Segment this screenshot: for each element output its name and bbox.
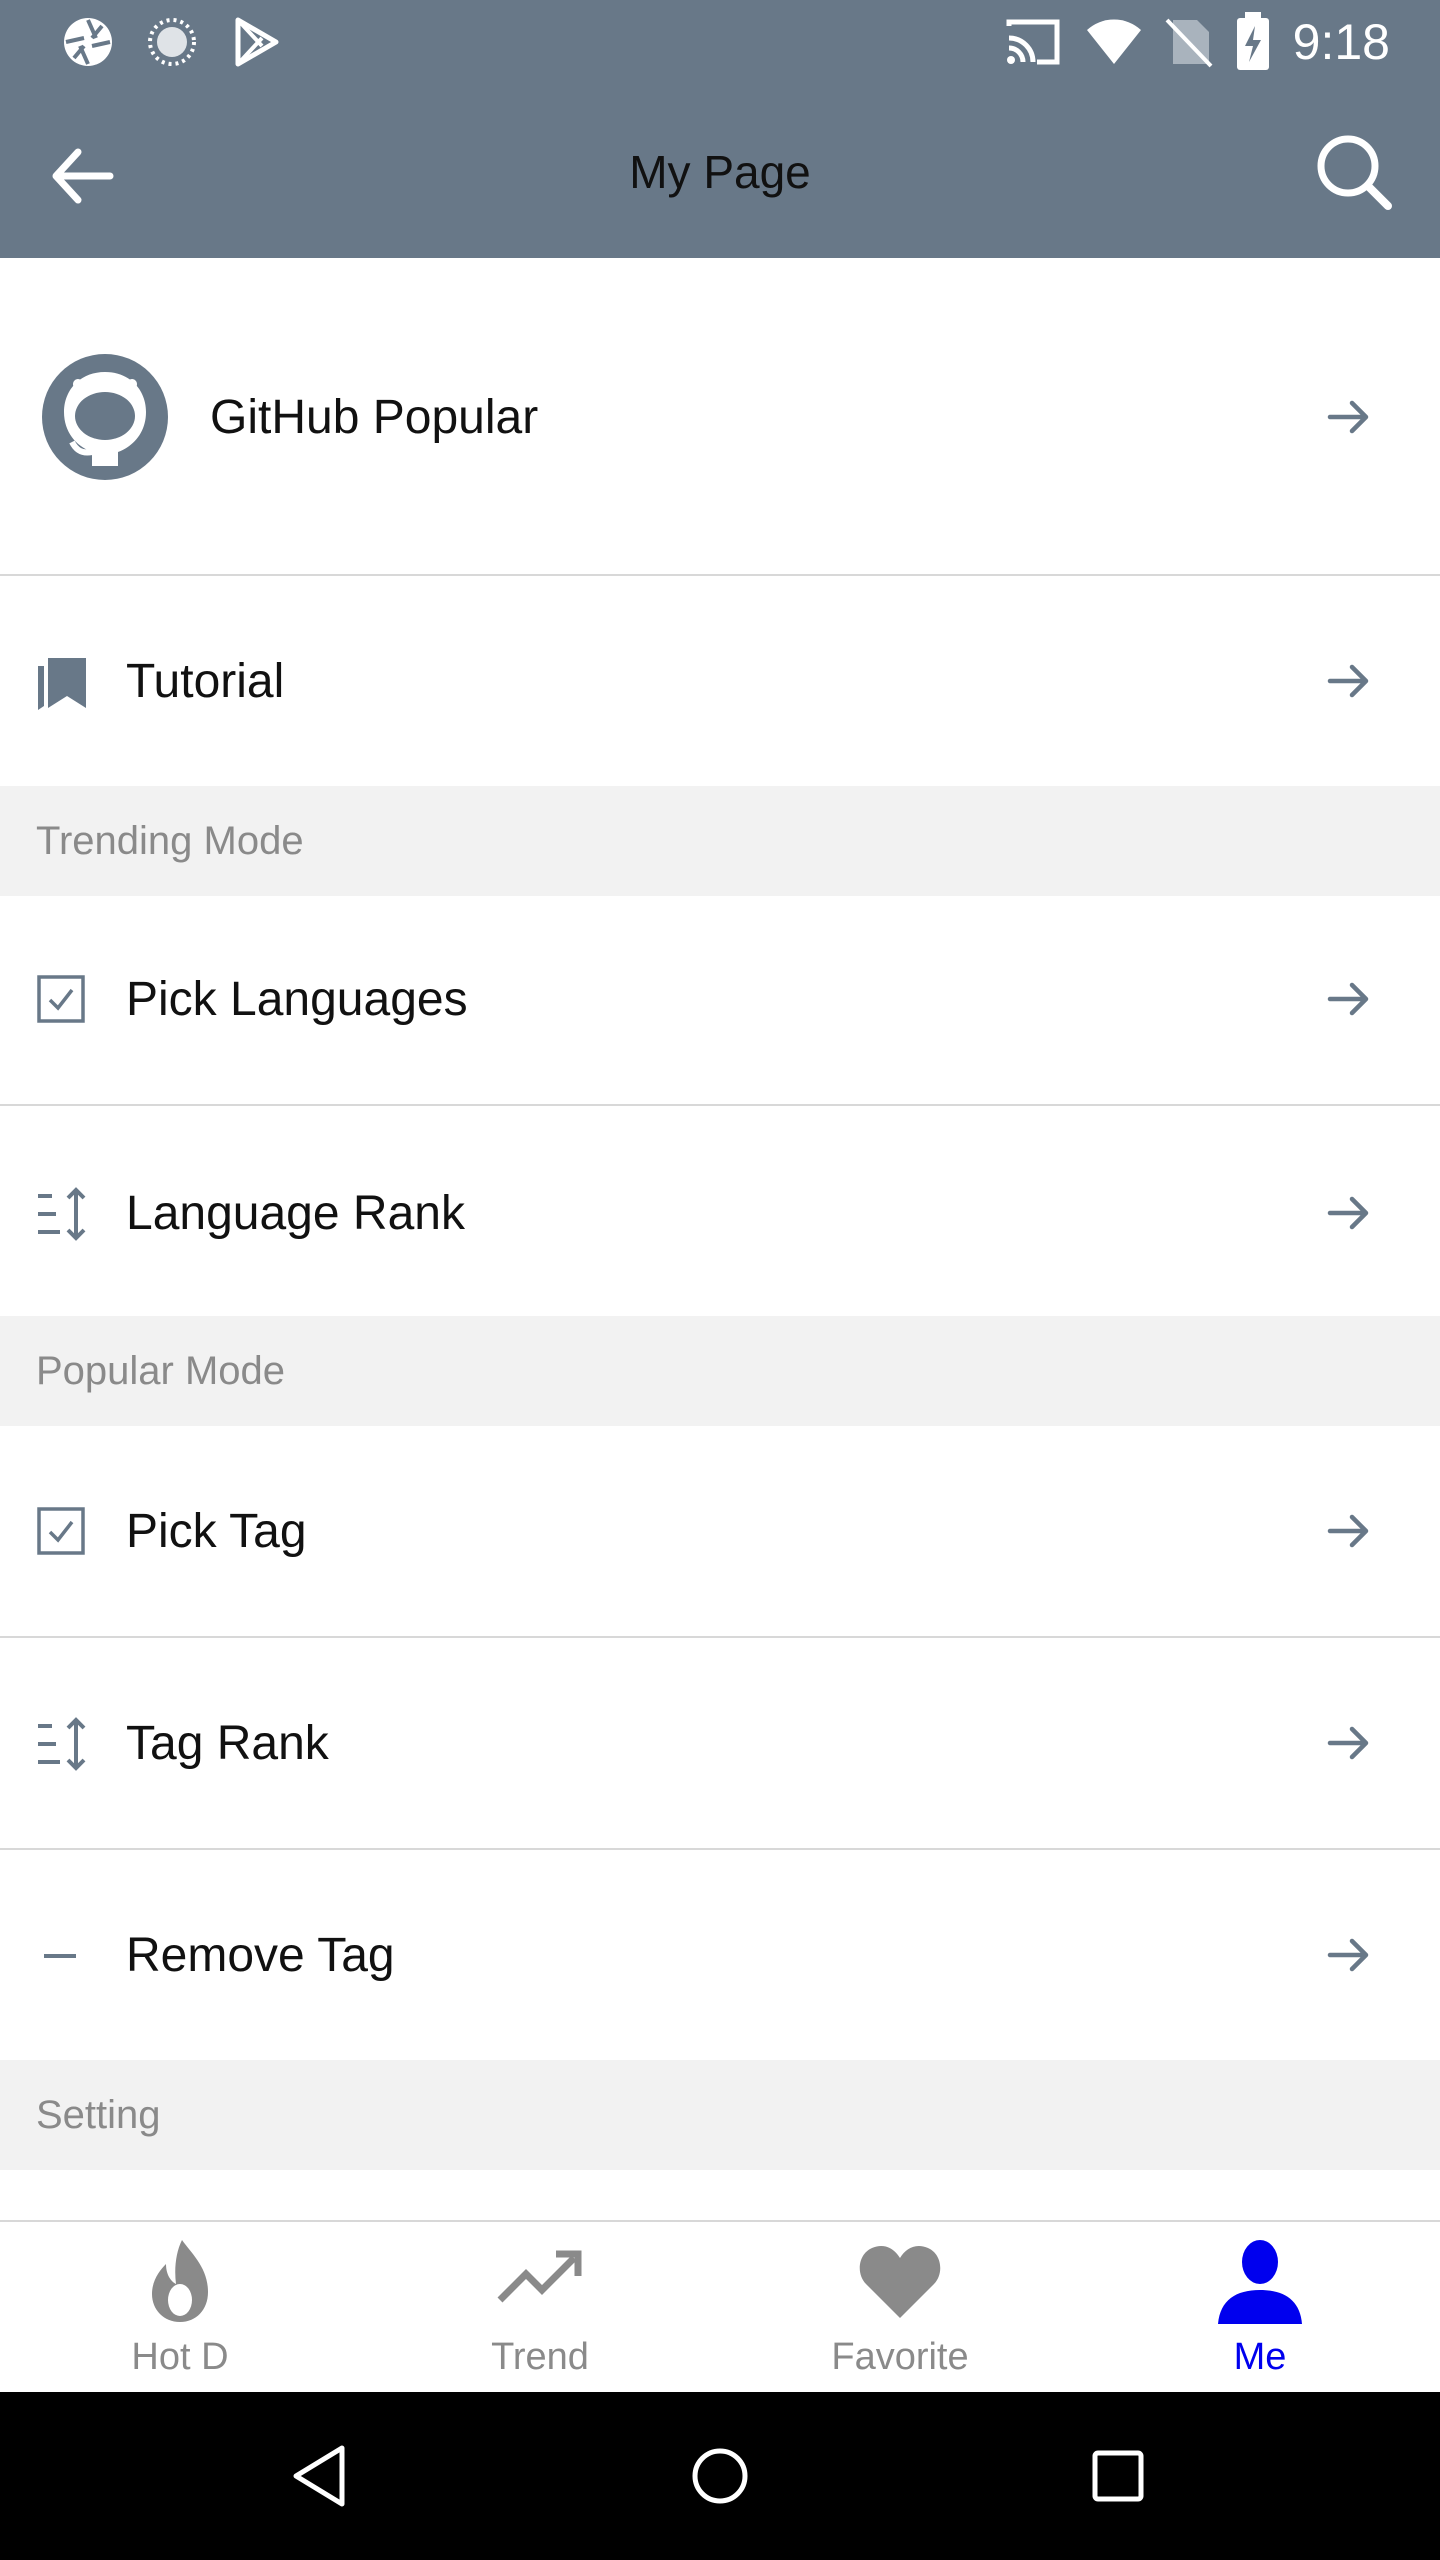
sort-icon xyxy=(38,1187,86,1241)
home-circle-icon[interactable] xyxy=(682,2438,758,2514)
back-triangle-icon[interactable] xyxy=(284,2438,360,2514)
aperture-icon xyxy=(64,18,112,66)
checkbox-icon xyxy=(37,1507,85,1555)
profile-label: GitHub Popular xyxy=(210,391,539,444)
arrow-right-icon xyxy=(1327,982,1369,1016)
tab-trend[interactable]: Trend xyxy=(360,2222,720,2394)
section-setting: Setting xyxy=(0,2060,1440,2170)
bottom-tab-bar: Hot D Trend Favorite Me xyxy=(0,2220,1440,2392)
person-icon xyxy=(1218,2240,1302,2324)
status-clock: 9:18 xyxy=(1292,14,1390,70)
tutorial-row[interactable]: Tutorial xyxy=(0,576,1440,786)
heart-icon xyxy=(859,2246,941,2318)
arrow-right-icon xyxy=(1327,664,1369,698)
cast-icon xyxy=(1006,19,1060,65)
minus-icon xyxy=(44,1954,76,1958)
tab-label: Favorite xyxy=(831,2336,969,2378)
language-rank-row[interactable]: Language Rank xyxy=(0,1106,1440,1316)
section-trending-mode: Trending Mode xyxy=(0,786,1440,896)
pick-tag-row[interactable]: Pick Tag xyxy=(0,1426,1440,1638)
arrow-right-icon xyxy=(1327,1938,1369,1972)
arrow-right-icon xyxy=(1327,1514,1369,1548)
wifi-icon xyxy=(1086,19,1141,64)
app-bar: My Page xyxy=(0,84,1440,258)
pick-languages-label: Pick Languages xyxy=(126,973,468,1026)
arrow-right-icon xyxy=(1327,1726,1369,1760)
section-title: Trending Mode xyxy=(36,819,304,863)
section-title: Popular Mode xyxy=(36,1349,286,1393)
tab-me[interactable]: Me xyxy=(1080,2222,1440,2394)
sort-icon xyxy=(38,1717,86,1771)
arrow-right-icon xyxy=(1327,400,1369,434)
tab-label: Me xyxy=(1233,2336,1287,2378)
tab-hot[interactable]: Hot D xyxy=(0,2222,360,2394)
tab-favorite[interactable]: Favorite xyxy=(720,2222,1080,2394)
battery-charging-icon xyxy=(1236,12,1269,70)
recents-square-icon[interactable] xyxy=(1080,2438,1156,2514)
search-icon[interactable] xyxy=(1314,132,1394,212)
tag-rank-label: Tag Rank xyxy=(126,1717,329,1770)
page-title: My Page xyxy=(629,146,811,198)
status-right-icons: 9:18 xyxy=(1003,12,1390,72)
tab-label: Hot D xyxy=(131,2336,229,2378)
system-nav-bar xyxy=(0,2392,1440,2560)
language-rank-label: Language Rank xyxy=(126,1187,465,1240)
arrow-right-icon xyxy=(1327,1196,1369,1230)
flame-icon xyxy=(152,2240,208,2322)
pick-tag-label: Pick Tag xyxy=(126,1505,307,1558)
tab-label: Trend xyxy=(491,2336,589,2378)
status-left-icons xyxy=(62,16,282,68)
profile-row[interactable]: GitHub Popular xyxy=(0,258,1440,576)
pick-languages-row[interactable]: Pick Languages xyxy=(0,896,1440,1106)
remove-tag-row[interactable]: Remove Tag xyxy=(0,1850,1440,2060)
status-bar: 9:18 xyxy=(0,0,1440,84)
trending-up-icon xyxy=(497,2250,582,2303)
play-store-icon xyxy=(235,17,279,67)
no-sim-icon xyxy=(1165,18,1213,68)
section-title: Setting xyxy=(36,2093,161,2137)
checkbox-icon xyxy=(37,975,85,1023)
bookmark-icon xyxy=(38,658,86,710)
tutorial-label: Tutorial xyxy=(126,655,285,708)
section-popular-mode: Popular Mode xyxy=(0,1316,1440,1426)
remove-tag-label: Remove Tag xyxy=(126,1929,395,1982)
github-icon xyxy=(42,354,168,480)
loading-icon xyxy=(148,18,196,66)
tag-rank-row[interactable]: Tag Rank xyxy=(0,1638,1440,1850)
